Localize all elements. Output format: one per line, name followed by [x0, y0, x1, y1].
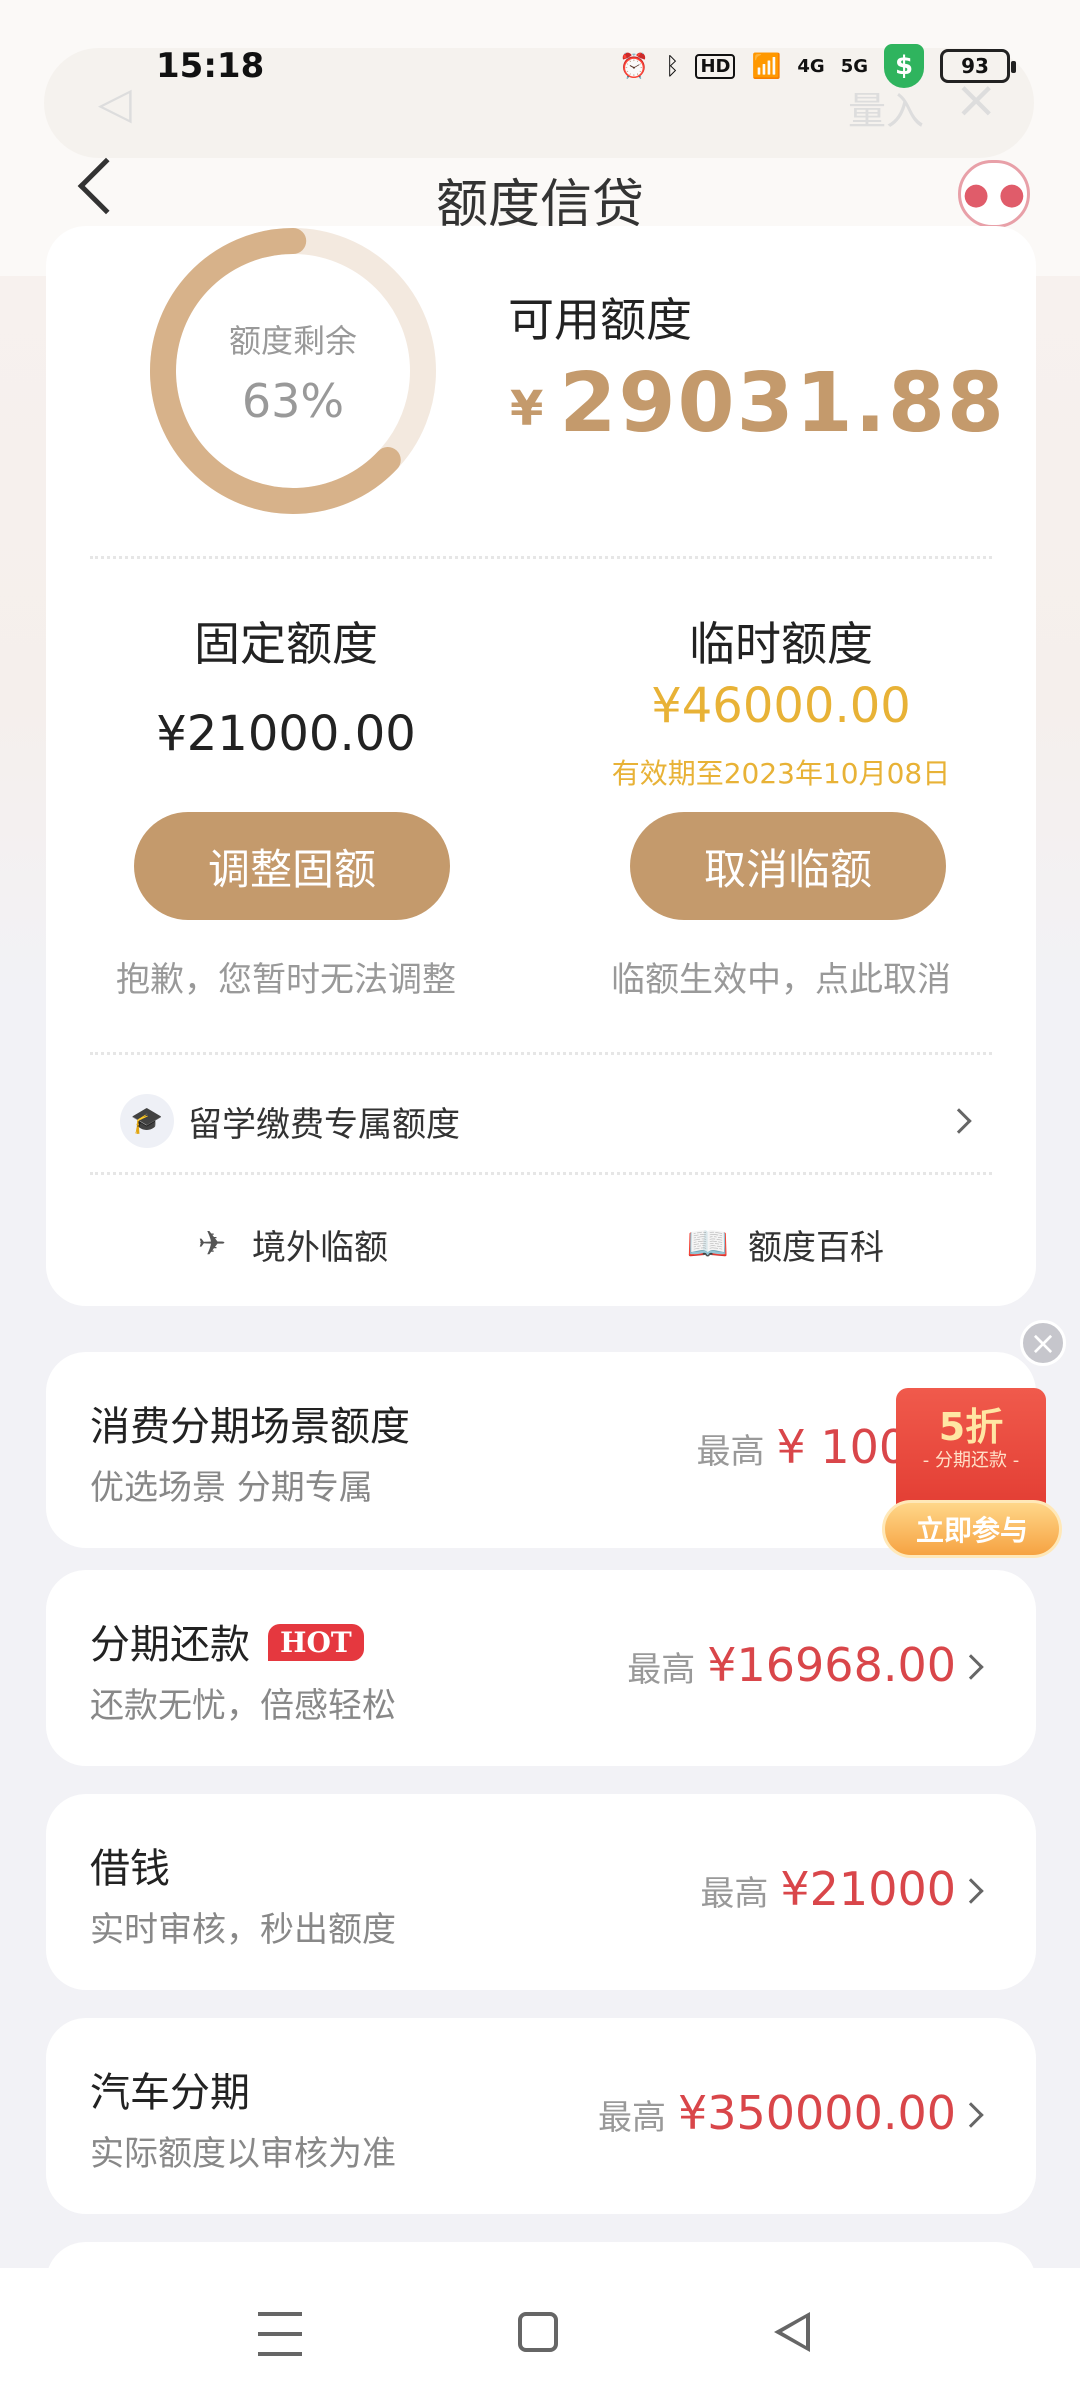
divider	[90, 556, 992, 559]
product-max-amount: 最高 ¥16968.00	[627, 1638, 956, 1698]
product-max-amount: 最高 ¥350000.00	[598, 2086, 956, 2146]
join-now-button[interactable]: 立即参与	[882, 1500, 1062, 1558]
overseas-temp-credit-label: 境外临额	[252, 1227, 388, 1268]
fixed-credit-note: 抱歉，您暂时无法调整	[116, 960, 456, 1000]
borrow-money-card[interactable]: 借钱 实时审核，秒出额度 最高 ¥21000	[46, 1794, 1036, 1990]
max-prefix: 最高	[700, 1874, 769, 1914]
back-triangle-icon[interactable]	[774, 2312, 810, 2352]
product-title: 消费分期场景额度	[90, 1404, 410, 1450]
fixed-credit-amount: ¥21000.00	[156, 706, 416, 762]
product-subtitle: 实际额度以审核为准	[90, 2134, 396, 2174]
product-subtitle: 实时审核，秒出额度	[90, 1910, 396, 1950]
product-title: 分期还款 HOT	[90, 1612, 364, 1670]
status-time: 15:18	[156, 46, 265, 86]
hd-icon: HD	[695, 53, 736, 79]
temporary-credit-note[interactable]: 临额生效中，点此取消	[581, 952, 981, 1001]
adjust-fixed-credit-button[interactable]: 调整固额	[134, 812, 450, 920]
chevron-right-icon	[958, 1878, 984, 1904]
promo-widget[interactable]: × 5折 - 分期还款 - 立即参与	[882, 1320, 1066, 1570]
temporary-credit-validity: 有效期至2023年10月08日	[611, 757, 951, 790]
status-icons: ⏰ ᛒ HD 📶 4G 5G $ 93	[619, 44, 1016, 88]
available-credit-label: 可用额度	[508, 293, 692, 347]
status-bar: 15:18 ⏰ ᛒ HD 📶 4G 5G $ 93	[0, 0, 1080, 140]
credit-wiki-label: 额度百科	[748, 1227, 884, 1268]
globe-plane-icon: ✈	[197, 1224, 227, 1264]
hot-badge: HOT	[268, 1624, 364, 1661]
chevron-right-icon	[946, 1108, 972, 1134]
cancel-temporary-credit-button[interactable]: 取消临额	[630, 812, 946, 920]
chevron-right-icon	[958, 2102, 984, 2128]
promo-close-icon[interactable]: ×	[1020, 1320, 1066, 1366]
divider	[90, 1052, 992, 1055]
recent-apps-icon[interactable]	[258, 2312, 302, 2356]
max-amount-value: ¥16968.00	[707, 1638, 956, 1692]
max-prefix: 最高	[696, 1432, 765, 1472]
mascot-icon[interactable]: ● ●	[958, 160, 1030, 228]
credit-summary-card: 额度剩余 63% 可用额度 ¥29031.88 固定额度 ¥21000.00 调…	[46, 226, 1036, 1306]
4g-signal-icon: 4G	[797, 55, 825, 77]
overseas-temp-credit-link[interactable]: ✈ 境外临额	[188, 1214, 388, 1274]
temporary-credit-amount: ¥46000.00	[651, 678, 911, 734]
fixed-credit-label: 固定额度	[194, 617, 378, 671]
home-icon[interactable]	[518, 2312, 558, 2352]
installment-repay-card[interactable]: 分期还款 HOT 还款无忧，倍感轻松 最高 ¥16968.00	[46, 1570, 1036, 1766]
book-icon: 📖	[686, 1224, 730, 1264]
available-amount-value: 29031.88	[559, 356, 1006, 451]
battery-icon: 93	[940, 49, 1016, 83]
product-title-text: 分期还款	[90, 1622, 250, 1668]
divider	[90, 1172, 992, 1175]
max-prefix: 最高	[627, 1650, 696, 1690]
remaining-credit-ring	[149, 227, 436, 514]
alarm-icon: ⏰	[619, 52, 650, 80]
promo-discount: 5折	[938, 1405, 1004, 1449]
bluetooth-icon: ᛒ	[665, 52, 680, 80]
credit-wiki-link[interactable]: 📖 额度百科	[684, 1214, 884, 1274]
ring-progress-arc	[149, 227, 436, 514]
product-title: 借钱	[90, 1846, 170, 1892]
study-abroad-credit-row[interactable]: 🎓 留学缴费专属额度	[120, 1086, 980, 1156]
chevron-right-icon	[958, 1654, 984, 1680]
max-amount-value: ¥350000.00	[677, 2086, 956, 2140]
security-shield-icon: $	[884, 44, 924, 88]
product-subtitle: 优选场景 分期专属	[90, 1468, 373, 1508]
product-max-amount: 最高 ¥21000	[700, 1862, 956, 1922]
car-installment-card[interactable]: 汽车分期 实际额度以审核为准 最高 ¥350000.00	[46, 2018, 1036, 2214]
product-title: 汽车分期	[90, 2070, 250, 2116]
study-abroad-credit-label: 留学缴费专属额度	[188, 1104, 460, 1145]
5g-signal-icon: 5G	[840, 55, 868, 77]
max-prefix: 最高	[597, 2098, 666, 2138]
product-subtitle: 还款无忧，倍感轻松	[90, 1686, 396, 1726]
battery-level: 93	[961, 54, 989, 78]
ring-label: 额度剩余	[228, 322, 357, 360]
promo-subtitle: - 分期还款 -	[922, 1450, 1020, 1471]
wifi-icon: 📶	[751, 52, 782, 80]
available-credit-amount: ¥29031.88	[510, 356, 1006, 451]
ring-percent: 63%	[241, 374, 345, 428]
system-nav-bar	[0, 2268, 1080, 2400]
graduation-cap-icon: 🎓	[120, 1094, 174, 1148]
temporary-credit-label: 临时额度	[689, 617, 873, 671]
currency-symbol: ¥	[510, 380, 546, 437]
max-amount-value: ¥21000	[780, 1862, 956, 1916]
